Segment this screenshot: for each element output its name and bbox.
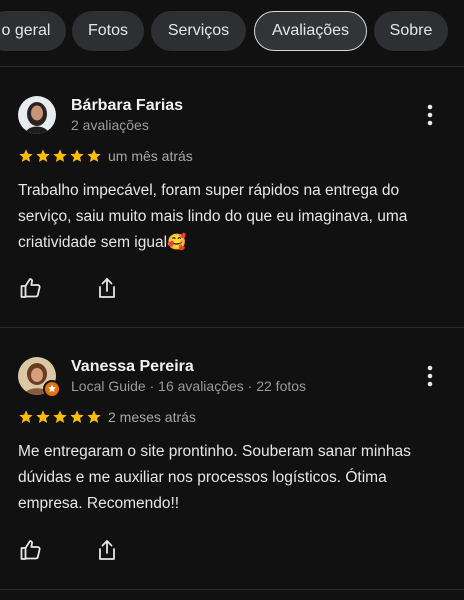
local-guide-badge-icon xyxy=(43,380,61,398)
star-icon xyxy=(70,410,84,423)
share-icon[interactable] xyxy=(95,538,119,562)
thumb-up-icon[interactable] xyxy=(19,276,43,300)
star-icon xyxy=(53,149,67,162)
tab-about-label: Sobre xyxy=(389,22,433,39)
reviewer-meta: Local Guide · 16 avaliações · 22 fotos xyxy=(71,378,307,394)
star-icon xyxy=(19,149,33,162)
tab-bar: o geral Fotos Serviços Avaliações Sobre xyxy=(0,0,464,67)
smiling-hearts-emoji: 🥰 xyxy=(167,234,187,251)
star-icon xyxy=(36,410,50,423)
tab-services-label: Serviços xyxy=(167,22,230,39)
review-text: Me entregaram o site prontinho. Souberam… xyxy=(18,443,411,512)
thumb-up-icon[interactable] xyxy=(19,538,43,562)
tab-overview[interactable]: o geral xyxy=(0,11,66,51)
reviewer-avatar[interactable] xyxy=(18,96,56,134)
review-divider xyxy=(0,589,464,590)
review-card: Bárbara Farias 2 avaliações um mês atrás… xyxy=(0,66,464,328)
reviewer-meta: 2 avaliações xyxy=(71,117,149,133)
tab-reviews-label: Avaliações xyxy=(271,22,350,39)
more-vert-icon[interactable] xyxy=(420,364,440,388)
review-text-body: Trabalho impecável, foram super rápidos … xyxy=(18,182,408,251)
review-date: 2 meses atrás xyxy=(108,409,196,425)
star-rating xyxy=(18,147,103,165)
tab-photos[interactable]: Fotos xyxy=(72,11,144,51)
star-icon xyxy=(87,410,101,423)
star-icon xyxy=(19,410,33,423)
star-icon xyxy=(70,149,84,162)
tab-photos-label: Fotos xyxy=(87,22,128,39)
tab-overview-label: o geral xyxy=(1,22,51,39)
tab-reviews[interactable]: Avaliações xyxy=(254,11,367,51)
star-rating xyxy=(18,408,103,426)
review-text: Trabalho impecável, foram super rápidos … xyxy=(18,178,448,256)
tab-about[interactable]: Sobre xyxy=(374,11,448,51)
star-icon xyxy=(53,410,67,423)
reviewer-name[interactable]: Vanessa Pereira xyxy=(71,358,194,376)
reviewer-name[interactable]: Bárbara Farias xyxy=(71,97,183,115)
review-card: Vanessa Pereira Local Guide · 16 avaliaç… xyxy=(0,328,464,590)
share-icon[interactable] xyxy=(95,276,119,300)
tab-services[interactable]: Serviços xyxy=(151,11,246,51)
star-icon xyxy=(87,149,101,162)
review-date: um mês atrás xyxy=(108,148,193,164)
star-icon xyxy=(36,149,50,162)
more-vert-icon[interactable] xyxy=(420,103,440,127)
